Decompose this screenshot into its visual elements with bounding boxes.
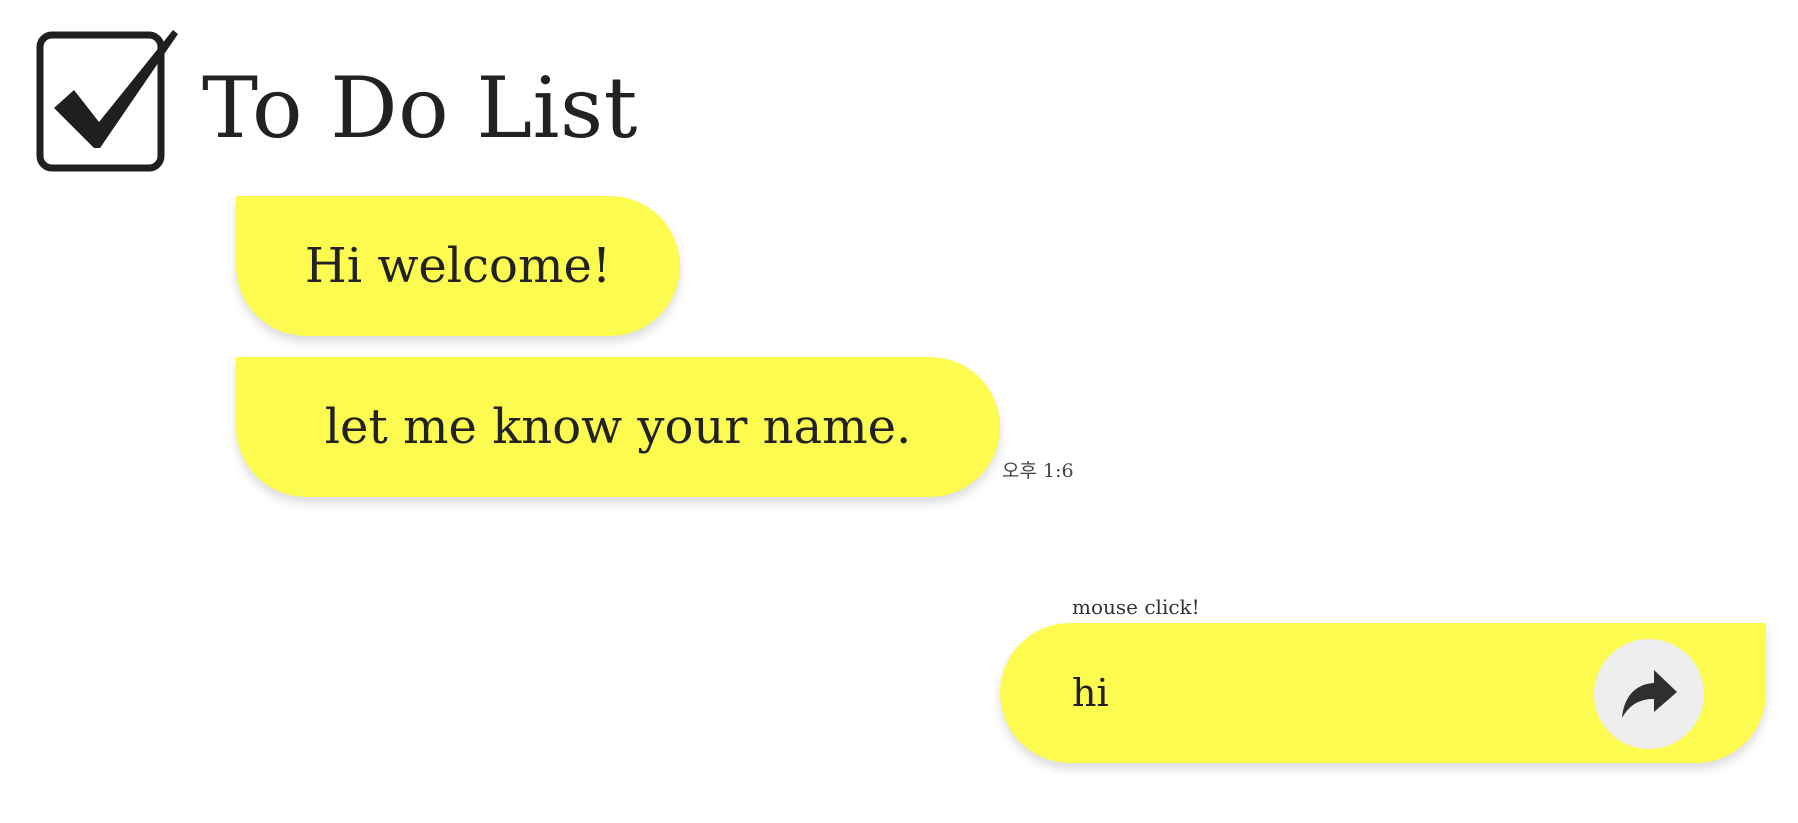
message-text: let me know your name. [324, 399, 912, 455]
message-text: Hi welcome! [304, 238, 612, 294]
message-input-bar [1000, 623, 1766, 763]
message-bubble: let me know your name. [236, 357, 1000, 497]
send-button[interactable] [1594, 639, 1704, 749]
message-input[interactable] [1072, 653, 1572, 733]
checkbox-check-icon [36, 30, 178, 172]
message-bubble: Hi welcome! [236, 196, 680, 336]
message-timestamp: 오후 1:6 [1002, 460, 1074, 482]
share-arrow-icon [1622, 670, 1677, 718]
input-hint: mouse click! [1072, 595, 1200, 619]
page-title: To Do List [202, 59, 638, 157]
